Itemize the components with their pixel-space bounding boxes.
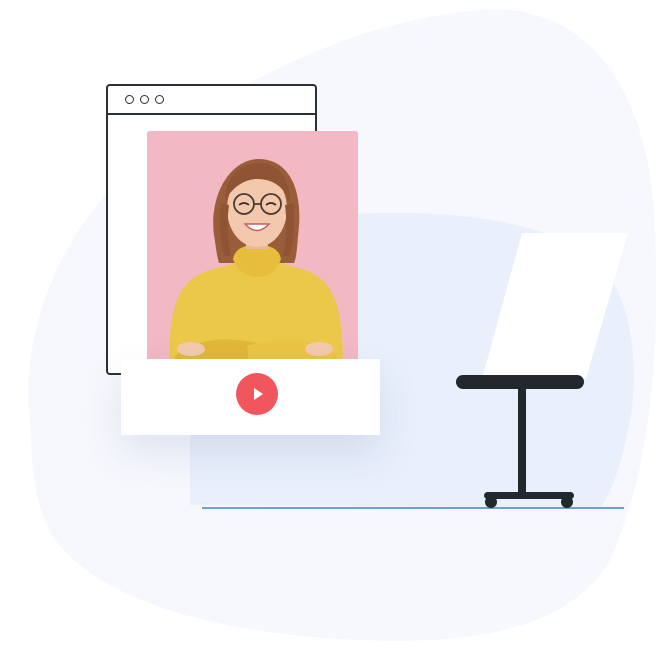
window-dot-icon: [140, 95, 149, 104]
play-icon: [254, 388, 263, 400]
video-player-controls: [121, 359, 380, 435]
stool-pole: [518, 388, 526, 494]
stool-wheel: [561, 496, 573, 508]
person-photo: [147, 131, 358, 363]
window-dot-icon: [155, 95, 164, 104]
stool-base: [484, 492, 574, 499]
illustration-scene: [0, 0, 659, 649]
paper-sheet: [482, 233, 628, 379]
play-button[interactable]: [236, 373, 278, 415]
window-dot-icon: [125, 95, 134, 104]
stool-with-paper: [456, 233, 628, 508]
stool-wheel: [485, 496, 497, 508]
stool-seat: [456, 375, 584, 389]
browser-title-bar: [108, 86, 315, 115]
video-thumbnail: [147, 131, 358, 363]
